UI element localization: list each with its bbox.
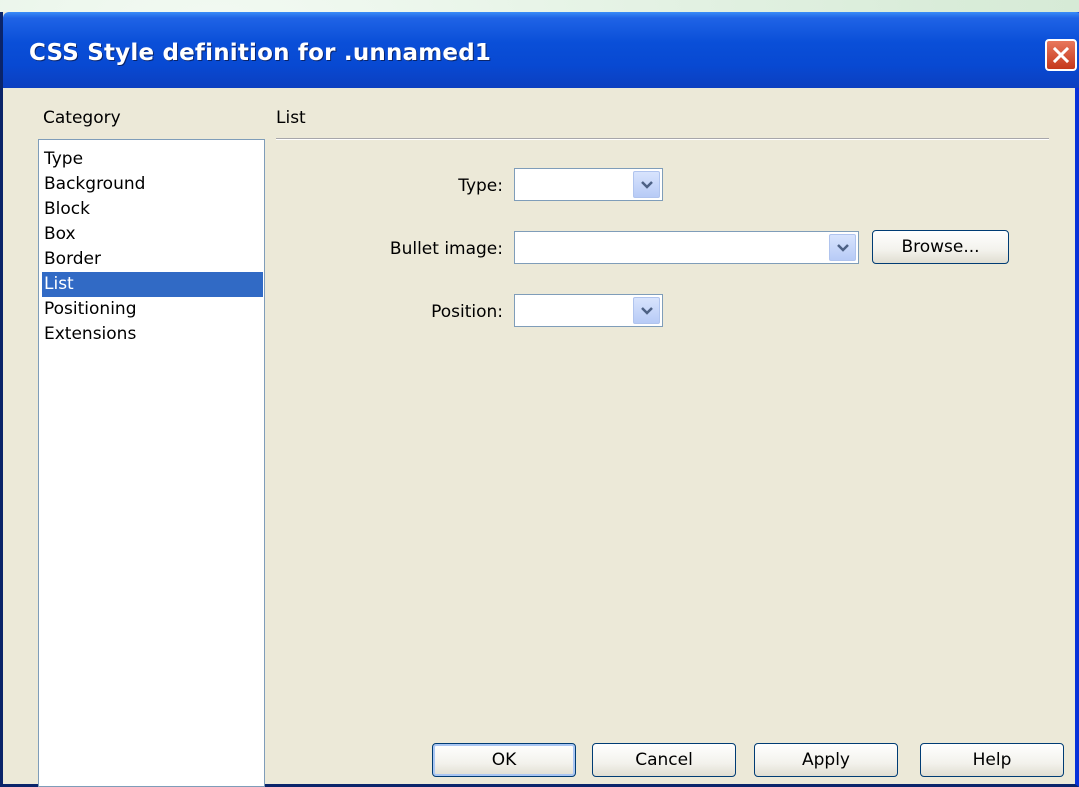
section-divider xyxy=(276,138,1049,140)
help-button[interactable]: Help xyxy=(920,743,1064,777)
type-select[interactable] xyxy=(514,168,663,201)
category-label: Category xyxy=(43,108,121,128)
cancel-button[interactable]: Cancel xyxy=(592,743,736,777)
window-title: CSS Style definition for .unnamed1 xyxy=(29,40,492,66)
close-icon xyxy=(1052,46,1070,64)
category-item-extensions[interactable]: Extensions xyxy=(42,322,263,347)
position-dropdown-button[interactable] xyxy=(633,297,660,324)
title-bar[interactable]: CSS Style definition for .unnamed1 xyxy=(3,12,1079,88)
browse-button[interactable]: Browse... xyxy=(872,230,1009,264)
type-dropdown-button[interactable] xyxy=(633,171,660,198)
chevron-down-icon xyxy=(640,301,654,320)
category-item-border[interactable]: Border xyxy=(42,247,263,272)
chevron-down-icon xyxy=(836,238,850,257)
category-item-positioning[interactable]: Positioning xyxy=(42,297,263,322)
type-label: Type: xyxy=(458,176,503,196)
category-item-box[interactable]: Box xyxy=(42,222,263,247)
ok-button[interactable]: OK xyxy=(432,743,576,777)
close-button[interactable] xyxy=(1045,39,1077,71)
position-label: Position: xyxy=(431,302,503,322)
chevron-down-icon xyxy=(640,175,654,194)
bullet-image-label: Bullet image: xyxy=(389,239,503,259)
bullet-image-dropdown-button[interactable] xyxy=(829,234,856,261)
bullet-image-input[interactable] xyxy=(514,231,859,264)
apply-button[interactable]: Apply xyxy=(754,743,898,777)
category-item-block[interactable]: Block xyxy=(42,197,263,222)
section-title: List xyxy=(276,108,306,128)
category-item-list[interactable]: List xyxy=(42,272,263,297)
category-item-type[interactable]: Type xyxy=(42,147,263,172)
category-item-background[interactable]: Background xyxy=(42,172,263,197)
position-select[interactable] xyxy=(514,294,663,327)
css-style-dialog: CSS Style definition for .unnamed1 Categ… xyxy=(0,12,1079,787)
category-list[interactable]: Type Background Block Box Border List Po… xyxy=(38,139,265,787)
